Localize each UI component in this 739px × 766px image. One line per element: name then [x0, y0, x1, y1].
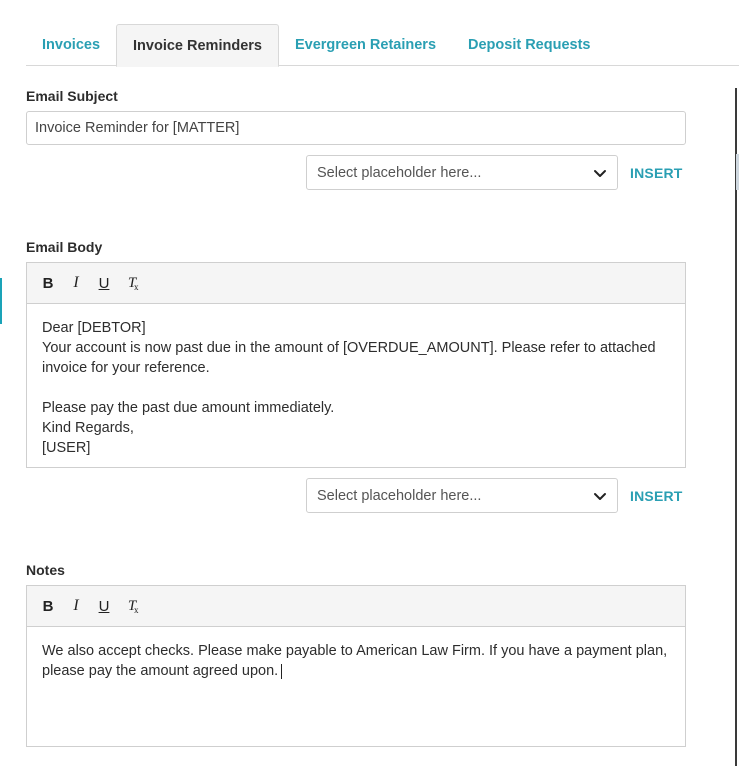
- bold-button[interactable]: B: [41, 596, 55, 616]
- notes-label: Notes: [26, 562, 65, 578]
- body-line: Kind Regards,: [42, 420, 134, 436]
- body-placeholder-select[interactable]: Select placeholder here...: [306, 478, 618, 513]
- chevron-down-icon: [594, 492, 606, 500]
- notes-text: We also accept checks. Please make payab…: [42, 641, 670, 681]
- body-line: [42, 378, 670, 398]
- notes-text-value: We also accept checks. Please make payab…: [42, 643, 668, 679]
- scrollbar[interactable]: [735, 88, 739, 766]
- placeholder-select-text: Select placeholder here...: [317, 487, 482, 504]
- notes-content[interactable]: We also accept checks. Please make payab…: [27, 627, 685, 695]
- email-body-editor: B I U Tx Dear [DEBTOR] Your account is n…: [26, 262, 686, 468]
- italic-button[interactable]: I: [69, 596, 83, 616]
- underline-button[interactable]: U: [97, 273, 111, 293]
- tab-bar: Invoices Invoice Reminders Evergreen Ret…: [26, 24, 739, 67]
- subject-placeholder-row: Select placeholder here... INSERT: [306, 155, 686, 190]
- tab-deposit-requests[interactable]: Deposit Requests: [452, 24, 606, 66]
- body-placeholder-row: Select placeholder here... INSERT: [306, 478, 686, 513]
- text-caret: [281, 663, 283, 679]
- body-line: [USER]: [42, 440, 91, 456]
- email-subject-input[interactable]: [26, 111, 686, 145]
- notes-toolbar: B I U Tx: [27, 586, 685, 627]
- clear-format-sub: x: [134, 605, 139, 615]
- body-line: Your account is now past due in the amou…: [42, 340, 656, 376]
- left-accent-bar: [0, 278, 2, 324]
- clear-format-button[interactable]: Tx: [125, 596, 139, 616]
- chevron-down-icon: [594, 169, 606, 177]
- tab-evergreen-retainers[interactable]: Evergreen Retainers: [279, 24, 452, 66]
- subject-insert-button[interactable]: INSERT: [630, 165, 683, 181]
- subject-placeholder-select[interactable]: Select placeholder here...: [306, 155, 618, 190]
- bold-button[interactable]: B: [41, 273, 55, 293]
- email-subject-label: Email Subject: [26, 88, 118, 104]
- email-body-content[interactable]: Dear [DEBTOR] Your account is now past d…: [27, 304, 685, 472]
- body-insert-button[interactable]: INSERT: [630, 488, 683, 504]
- clear-format-button[interactable]: Tx: [125, 273, 139, 293]
- italic-button[interactable]: I: [69, 273, 83, 293]
- body-line: Dear [DEBTOR]: [42, 320, 146, 336]
- tab-invoices[interactable]: Invoices: [26, 24, 116, 66]
- email-body-toolbar: B I U Tx: [27, 263, 685, 304]
- placeholder-select-text: Select placeholder here...: [317, 164, 482, 181]
- tab-invoice-reminders[interactable]: Invoice Reminders: [116, 24, 279, 67]
- email-body-label: Email Body: [26, 239, 103, 255]
- body-line: Please pay the past due amount immediate…: [42, 400, 335, 416]
- underline-button[interactable]: U: [97, 596, 111, 616]
- clear-format-sub: x: [134, 282, 139, 292]
- notes-editor: B I U Tx We also accept checks. Please m…: [26, 585, 686, 747]
